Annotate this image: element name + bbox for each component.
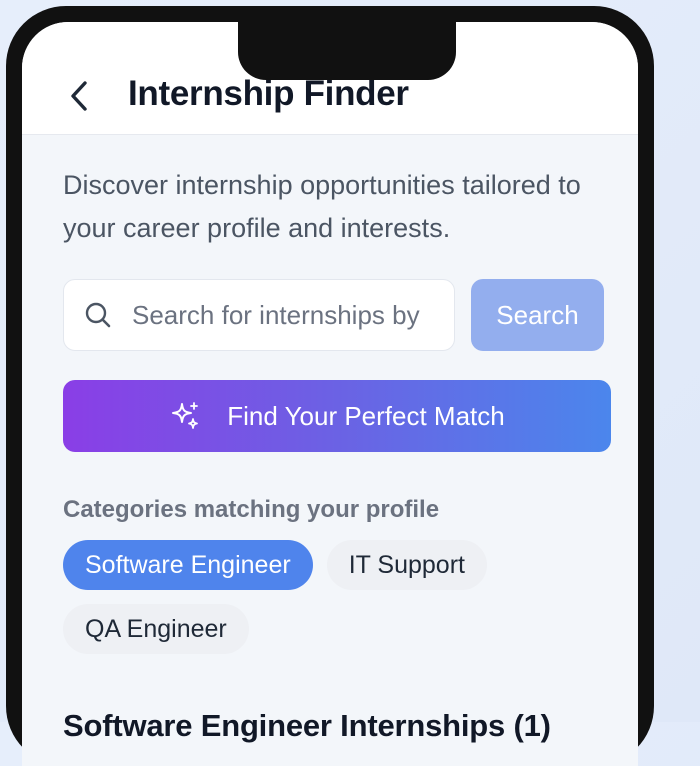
back-button[interactable]	[66, 78, 94, 114]
search-button[interactable]: Search	[471, 279, 604, 351]
category-chips: Software Engineer IT Support QA Engineer	[63, 540, 611, 668]
results-heading: Software Engineer Internships (1)	[63, 708, 551, 743]
main-content: Discover internship opportunities tailor…	[63, 134, 611, 744]
categories-heading: Categories matching your profile	[63, 496, 440, 523]
chevron-left-icon	[71, 81, 87, 111]
category-chip-it-support[interactable]: IT Support	[326, 540, 487, 590]
find-perfect-match-button[interactable]: Find Your Perfect Match	[63, 380, 611, 452]
category-chip-software-engineer[interactable]: Software Engineer	[63, 540, 313, 590]
find-perfect-match-label: Find Your Perfect Match	[227, 400, 505, 431]
sparkle-icon	[172, 402, 199, 429]
search-icon	[85, 302, 111, 328]
app-screen: Internship Finder Discover internship op…	[22, 22, 638, 766]
page-description: Discover internship opportunities tailor…	[63, 170, 581, 243]
page-title: Internship Finder	[128, 74, 409, 113]
search-bar: Search	[63, 279, 604, 351]
device-notch	[238, 22, 456, 80]
category-chip-qa-engineer[interactable]: QA Engineer	[63, 604, 249, 654]
phone-frame: Internship Finder Discover internship op…	[6, 6, 654, 766]
search-field[interactable]	[63, 279, 455, 351]
search-input[interactable]	[130, 298, 454, 332]
